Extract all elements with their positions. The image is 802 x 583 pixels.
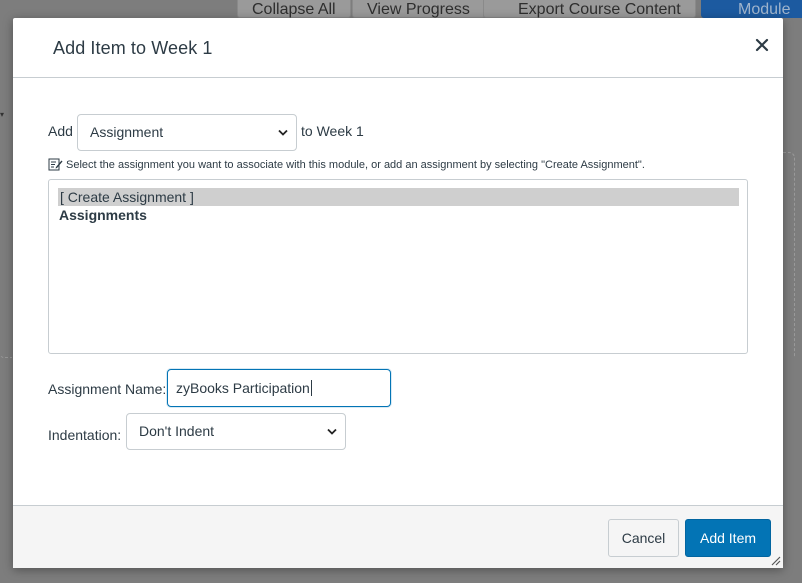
indentation-label: Indentation: — [48, 427, 122, 443]
background-toolbar: Collapse All View Progress Export Course… — [0, 0, 802, 18]
item-type-select[interactable]: Assignment — [77, 114, 297, 151]
add-item-dialog: Add Item to Week 1 Add Assignment to Wee… — [13, 18, 783, 568]
chevron-down-icon — [327, 428, 337, 435]
view-progress-button: View Progress — [352, 0, 485, 18]
add-module-button: Module — [701, 0, 802, 18]
add-item-button[interactable]: Add Item — [685, 519, 771, 557]
dialog-footer: Cancel Add Item — [13, 505, 783, 568]
create-assignment-option[interactable]: [ Create Assignment ] — [58, 188, 739, 206]
module-label: Module — [738, 1, 791, 18]
close-icon[interactable] — [755, 38, 769, 52]
chevron-down-icon — [278, 129, 288, 136]
dialog-header: Add Item to Week 1 — [13, 18, 783, 78]
assignment-hint: Select the assignment you want to associ… — [48, 157, 645, 171]
cancel-button[interactable]: Cancel — [608, 519, 679, 557]
assignments-group-label: Assignments — [59, 207, 147, 223]
background-module-border — [0, 150, 12, 358]
collapse-caret-icon: ▾ — [0, 110, 5, 119]
hint-text: Select the assignment you want to associ… — [66, 159, 645, 171]
assignment-name-input[interactable]: zyBooks Participation — [167, 369, 391, 407]
collapse-all-button: Collapse All — [237, 0, 351, 18]
item-type-selected: Assignment — [90, 124, 164, 140]
assignment-name-label: Assignment Name: — [48, 381, 167, 397]
pencil-icon — [48, 158, 63, 171]
add-label: Add — [48, 123, 73, 139]
text-cursor — [310, 380, 312, 396]
export-label: Export Course Content — [518, 1, 681, 18]
assignment-name-value: zyBooks Participation — [176, 380, 310, 396]
assignment-listbox[interactable]: [ Create Assignment ] Assignments — [48, 179, 748, 354]
dialog-title: Add Item to Week 1 — [53, 38, 213, 58]
export-course-content-button: Export Course Content — [483, 0, 696, 18]
indentation-selected: Don't Indent — [139, 423, 215, 439]
to-week-label: to Week 1 — [301, 123, 364, 139]
resize-handle-icon[interactable] — [769, 554, 781, 566]
indentation-select[interactable]: Don't Indent — [126, 413, 346, 450]
background-module-border-right — [783, 152, 795, 357]
